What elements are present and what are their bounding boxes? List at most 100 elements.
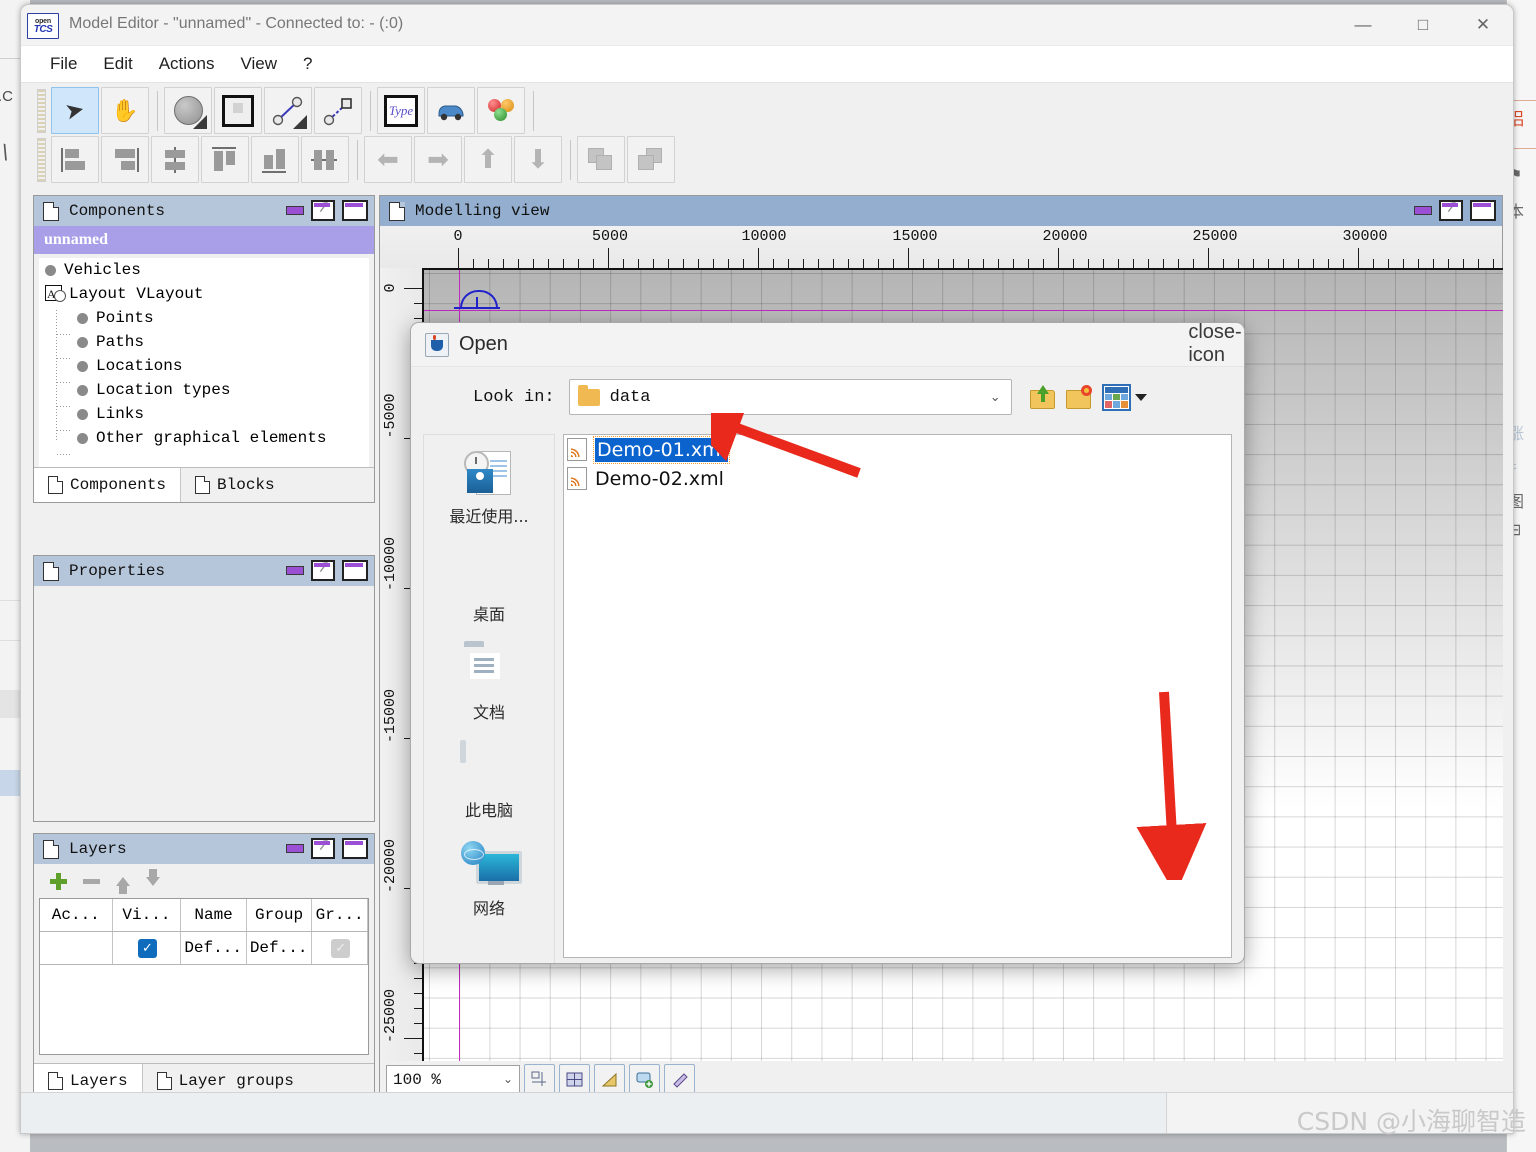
align-top[interactable] bbox=[201, 136, 249, 183]
menu-help[interactable]: ? bbox=[290, 51, 325, 77]
select-tool[interactable]: ➤ bbox=[51, 87, 99, 134]
maximize-panel-icon[interactable] bbox=[342, 838, 368, 859]
maximize-panel-icon[interactable] bbox=[342, 200, 368, 221]
file-list[interactable]: Demo-01.xml Demo-02.xml bbox=[563, 434, 1232, 958]
close-button[interactable]: ✕ bbox=[1453, 5, 1513, 45]
tab-blocks[interactable]: Blocks bbox=[181, 468, 289, 502]
look-in-combobox[interactable]: data ⌄ bbox=[568, 379, 1012, 415]
menu-actions[interactable]: Actions bbox=[146, 51, 228, 77]
shortcut-desktop[interactable]: 桌面 bbox=[429, 547, 549, 625]
minimize-panel-icon[interactable] bbox=[286, 206, 304, 215]
align-left-icon bbox=[61, 147, 89, 173]
components-tree[interactable]: Vehicles A Layout VLayout Points Paths L… bbox=[39, 258, 369, 473]
selected-model-row[interactable]: unnamed bbox=[34, 226, 374, 254]
menu-file[interactable]: File bbox=[37, 51, 90, 77]
toggle-grid-button[interactable] bbox=[559, 1064, 590, 1095]
toolbar-gripper[interactable] bbox=[37, 88, 46, 133]
measure-tool-button[interactable] bbox=[594, 1064, 625, 1095]
shortcut-documents[interactable]: 文档 bbox=[429, 645, 549, 723]
tree-node-links[interactable]: Links bbox=[39, 402, 369, 426]
pan-tool[interactable]: ✋ bbox=[101, 87, 149, 134]
h-ruler-label: 15000 bbox=[892, 228, 938, 245]
align-bottom[interactable] bbox=[251, 136, 299, 183]
toolbar-gripper-2[interactable] bbox=[37, 137, 46, 182]
column-header-active[interactable]: Ac... bbox=[40, 899, 113, 932]
tree-node-location-types[interactable]: Location types bbox=[39, 378, 369, 402]
column-header-group[interactable]: Group bbox=[246, 899, 313, 932]
column-header-name[interactable]: Name bbox=[180, 899, 247, 932]
align-horizontal-center[interactable] bbox=[151, 136, 199, 183]
maximize-panel-icon[interactable] bbox=[342, 560, 368, 581]
h-ruler-label: 5000 bbox=[591, 228, 629, 245]
cell-group[interactable]: Def... bbox=[246, 931, 313, 965]
send-to-back[interactable] bbox=[627, 136, 675, 183]
panel-doc-icon bbox=[389, 201, 405, 221]
shortcut-recent[interactable]: 最近使用... bbox=[429, 449, 549, 527]
zoom-level-select[interactable]: 100 % ⌄ bbox=[386, 1065, 520, 1094]
tree-node-other-graphical-elements[interactable]: Other graphical elements bbox=[39, 426, 369, 450]
column-header-visible[interactable]: Vi... bbox=[112, 899, 182, 932]
shortcut-network[interactable]: 网络 bbox=[429, 841, 549, 919]
minimize-panel-icon[interactable] bbox=[1414, 206, 1432, 215]
checkbox-checked-icon[interactable]: ✓ bbox=[137, 938, 157, 958]
create-location-tool[interactable] bbox=[214, 87, 262, 134]
bring-to-front[interactable] bbox=[577, 136, 625, 183]
list-item[interactable]: Demo-01.xml bbox=[564, 435, 1231, 464]
shortcut-this-pc[interactable]: 此电脑 bbox=[429, 740, 549, 821]
tree-node-layout[interactable]: A Layout VLayout bbox=[39, 282, 369, 306]
tree-node-vehicles[interactable]: Vehicles bbox=[39, 258, 369, 282]
remove-layer-button[interactable] bbox=[83, 879, 100, 884]
create-point-tool[interactable] bbox=[164, 87, 212, 134]
cell-name[interactable]: Def... bbox=[180, 931, 247, 965]
dialog-close-button[interactable]: close-icon bbox=[1188, 323, 1241, 366]
maximize-button[interactable]: □ bbox=[1393, 5, 1453, 45]
add-layer-button[interactable] bbox=[50, 872, 67, 890]
column-header-group-visible[interactable]: Gr... bbox=[311, 899, 368, 932]
view-menu-icon bbox=[1101, 383, 1131, 411]
pin-tool-button[interactable] bbox=[664, 1064, 695, 1095]
float-panel-icon[interactable]: ↗ bbox=[311, 558, 335, 581]
horizontal-ruler[interactable]: 0 5000 10000 15000 20000 25000 30000 bbox=[380, 226, 1502, 268]
tab-components[interactable]: Components bbox=[34, 468, 182, 502]
tree-node-paths[interactable]: Paths bbox=[39, 330, 369, 354]
list-item[interactable]: Demo-02.xml bbox=[564, 464, 1231, 493]
move-down[interactable]: ⬇ bbox=[514, 136, 562, 183]
up-one-level-button[interactable] bbox=[1029, 385, 1056, 409]
table-row[interactable]: ✓ Def... Def... ✓ bbox=[40, 931, 368, 965]
cell-visible[interactable]: ✓ bbox=[112, 931, 182, 965]
create-new-folder-button[interactable] bbox=[1065, 385, 1092, 409]
menu-edit[interactable]: Edit bbox=[90, 51, 145, 77]
toggle-ruler-button[interactable] bbox=[524, 1064, 555, 1095]
modelling-view-header: Modelling view ↗ bbox=[380, 196, 1502, 226]
add-comment-button[interactable] bbox=[629, 1064, 660, 1095]
create-vehicle-tool[interactable] bbox=[427, 87, 475, 134]
cell-group-visible[interactable]: ✓ bbox=[311, 931, 368, 965]
float-panel-icon[interactable]: ↗ bbox=[311, 836, 335, 859]
move-layer-down-button[interactable] bbox=[146, 868, 160, 886]
create-path-tool[interactable] bbox=[264, 87, 312, 134]
move-up[interactable]: ⬆ bbox=[464, 136, 512, 183]
align-left[interactable] bbox=[51, 136, 99, 183]
create-link-tool[interactable] bbox=[314, 87, 362, 134]
move-layer-up-button[interactable] bbox=[116, 876, 130, 894]
maximize-panel-icon[interactable] bbox=[1470, 200, 1496, 221]
view-menu-button[interactable] bbox=[1101, 383, 1147, 411]
move-right[interactable]: ➡ bbox=[414, 136, 462, 183]
float-panel-icon[interactable]: ↗ bbox=[311, 198, 335, 221]
cell-active[interactable] bbox=[40, 931, 113, 965]
tree-node-points[interactable]: Points bbox=[39, 306, 369, 330]
minimize-panel-icon[interactable] bbox=[286, 844, 304, 853]
layers-table[interactable]: Ac... Vi... Name Group Gr... ✓ Def... De… bbox=[39, 898, 369, 1055]
align-vertical-center[interactable] bbox=[301, 136, 349, 183]
checkbox-disabled-icon[interactable]: ✓ bbox=[331, 938, 351, 958]
float-panel-icon[interactable]: ↗ bbox=[1439, 198, 1463, 221]
create-block-tool[interactable] bbox=[477, 87, 525, 134]
location-type-tool[interactable]: Type bbox=[377, 87, 425, 134]
minimize-panel-icon[interactable] bbox=[286, 566, 304, 575]
align-right[interactable] bbox=[101, 136, 149, 183]
minimize-button[interactable]: — bbox=[1333, 5, 1393, 45]
move-left[interactable]: ⬅ bbox=[364, 136, 412, 183]
folder-icon bbox=[577, 384, 600, 406]
menu-view[interactable]: View bbox=[227, 51, 290, 77]
tree-node-locations[interactable]: Locations bbox=[39, 354, 369, 378]
